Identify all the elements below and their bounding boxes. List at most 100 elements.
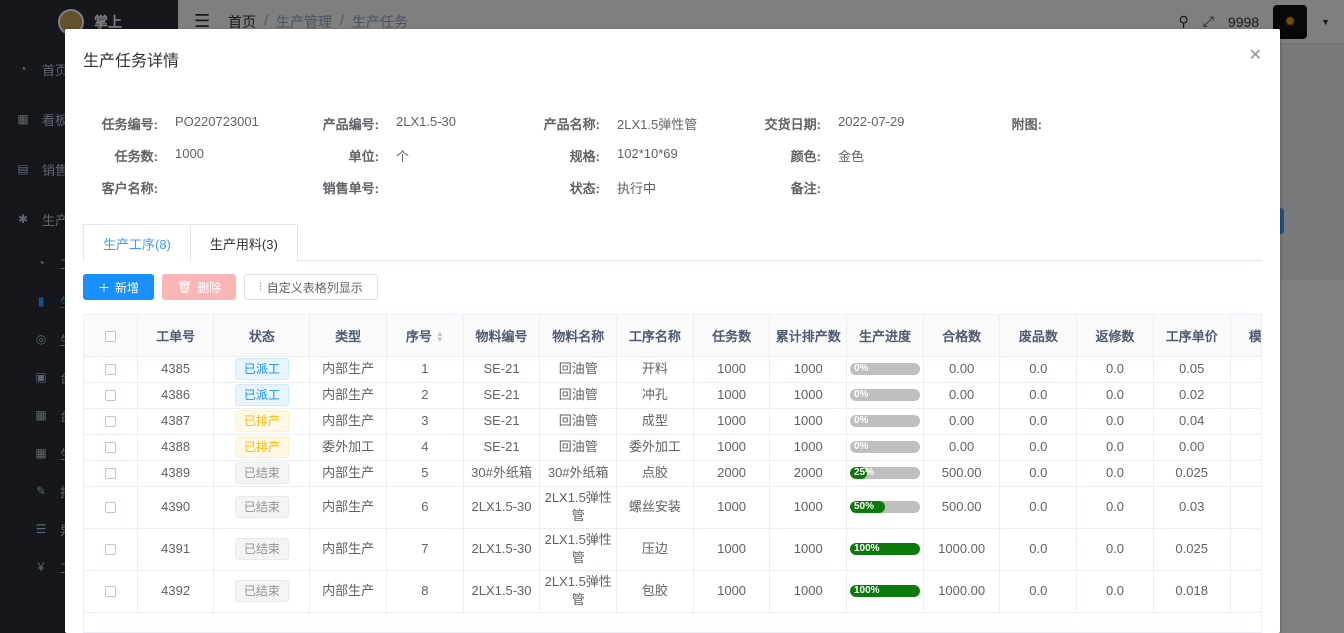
tab-process[interactable]: 生产工序(8) — [83, 224, 191, 262]
column-header: 物料编号 — [463, 315, 541, 357]
info-value: 2022-07-29 — [838, 113, 905, 129]
table-row[interactable]: 4390 已结束 内部生产 6 2LX1.5-30 2LX1.5弹性管 螺丝安装 1000 10… — [84, 486, 1261, 529]
row-select[interactable] — [84, 570, 138, 613]
cell-price: 0.018 — [1153, 570, 1231, 613]
status-badge: 已派工 — [234, 384, 289, 406]
column-header-label: 生产进度 — [858, 328, 911, 344]
cell-cavity: 1 — [1230, 408, 1261, 435]
row-select[interactable] — [84, 528, 138, 571]
cell-mat_no: 2LX1.5-30 — [463, 486, 541, 529]
columns-icon: ⫶ — [259, 281, 262, 293]
cell-status: 已结束 — [213, 486, 311, 529]
cell-scrap: 0.0 — [999, 408, 1078, 435]
cell-mat_name: 回油管 — [539, 356, 618, 383]
add-button[interactable]: ＋ 新增 — [83, 274, 155, 300]
table-row[interactable]: 4385 已派工 内部生产 1 SE-21 回油管 开料 1000 1000 0% 0.00 0.0 0… — [84, 356, 1261, 383]
cell-qualified: 0.00 — [923, 434, 1001, 461]
cell-id: 4389 — [137, 460, 215, 487]
cell-cavity: 1 — [1230, 434, 1261, 461]
cell-mat_name: 2LX1.5弹性管 — [539, 486, 618, 529]
tab-materials[interactable]: 生产用料(3) — [190, 224, 298, 261]
progress-bar: 0% — [849, 389, 920, 401]
cell-progress: 100% — [846, 528, 924, 571]
cell-mat_no: SE-21 — [463, 356, 541, 383]
custom-columns-button[interactable]: ⫶ 自定义表格列显示 — [244, 274, 378, 300]
progress-label: 100% — [853, 543, 880, 554]
cell-qualified: 500.00 — [923, 460, 1001, 487]
checkbox[interactable] — [104, 586, 116, 598]
column-header: 工单号 — [137, 315, 215, 357]
table-row[interactable]: 4387 已排产 内部生产 3 SE-21 回油管 成型 1000 1000 0% 0.00 0.0 0… — [84, 408, 1261, 435]
cell-task: 1000 — [693, 408, 771, 435]
delete-button[interactable]: 🗑 删除 — [162, 274, 237, 300]
table-row[interactable]: 4386 已派工 内部生产 2 SE-21 回油管 冲孔 1000 1000 0% 0.00 0.0 0… — [84, 382, 1261, 409]
checkbox[interactable] — [104, 390, 116, 402]
cell-seq: 8 — [386, 570, 464, 613]
column-header-label: 工序名称 — [628, 328, 681, 344]
cell-type: 内部生产 — [309, 408, 387, 435]
table-row[interactable]: 4388 已排产 委外加工 4 SE-21 回油管 委外加工 1000 1000 0% 0.00 0.… — [84, 434, 1261, 461]
cell-price: 0.02 — [1153, 382, 1231, 409]
checkbox[interactable] — [104, 364, 116, 376]
cell-seq: 2 — [386, 382, 464, 409]
info-label: 规格: — [569, 148, 600, 164]
info-value: 2LX1.5弹性管 — [617, 116, 698, 132]
status-badge: 已结束 — [234, 580, 289, 602]
column-header: 合格数 — [923, 315, 1001, 357]
progress-label: 0% — [853, 441, 869, 452]
table-row[interactable]: 4391 已结束 内部生产 7 2LX1.5-30 2LX1.5弹性管 压边 1000 1000… — [84, 528, 1261, 571]
cell-qualified: 1000.00 — [923, 570, 1001, 613]
cell-rework: 0.0 — [1076, 570, 1154, 613]
sort-icon[interactable]: ▲ ▼ — [436, 330, 444, 344]
progress-label: 0% — [853, 363, 869, 374]
dialog-header: 生产任务详情 ✕ — [65, 29, 1280, 85]
cell-progress: 0% — [846, 356, 924, 383]
status-badge: 已结束 — [234, 496, 289, 518]
checkbox[interactable] — [104, 468, 116, 480]
cell-type: 委外加工 — [309, 434, 387, 461]
table-row[interactable]: 4392 已结束 内部生产 8 2LX1.5-30 2LX1.5弹性管 包胶 1000 1000… — [84, 570, 1261, 613]
row-select[interactable] — [84, 382, 138, 409]
cell-rework: 0.0 — [1076, 486, 1154, 529]
progress-bar: 0% — [849, 363, 920, 375]
checkbox[interactable] — [104, 544, 116, 556]
column-header-label: 模腔数 — [1248, 328, 1262, 344]
cell-rework: 0.0 — [1076, 528, 1154, 571]
cell-task: 1000 — [693, 382, 771, 409]
info-label: 颜色: — [790, 148, 821, 164]
progress-label: 0% — [853, 389, 869, 400]
info-label: 备注: — [790, 180, 821, 196]
checkbox[interactable] — [104, 442, 116, 454]
cell-id: 4391 — [137, 528, 215, 571]
checkbox[interactable] — [104, 502, 116, 514]
checkbox[interactable] — [104, 330, 116, 342]
cell-mat_name: 2LX1.5弹性管 — [539, 570, 618, 613]
cell-qualified: 0.00 — [923, 382, 1001, 409]
table-row[interactable]: 4389 已结束 内部生产 5 30#外纸箱 30#外纸箱 点胶 2000 2000 25% 500… — [84, 460, 1261, 487]
info-field: 备注: — [728, 178, 949, 197]
status-badge: 已结束 — [234, 462, 289, 484]
cell-rework: 0.0 — [1076, 434, 1154, 461]
process-table: 工单号 状态 类型 序号 ▲ ▼ 物料编号 物料名称 工序名称 任务数 累计排产数 生产进度 合格数 废品… — [83, 314, 1262, 633]
checkbox[interactable] — [104, 416, 116, 428]
close-icon[interactable]: ✕ — [1249, 45, 1262, 65]
cell-price: 0.025 — [1153, 460, 1231, 487]
row-select[interactable] — [84, 460, 138, 487]
column-header-label: 返修数 — [1095, 328, 1135, 344]
row-select[interactable] — [84, 486, 138, 529]
cell-sched: 1000 — [769, 570, 848, 613]
row-select[interactable] — [84, 408, 138, 435]
cell-scrap: 0.0 — [999, 570, 1078, 613]
column-header-label: 序号 — [405, 328, 432, 344]
header-select-all[interactable] — [84, 315, 138, 357]
cell-scrap: 0.0 — [999, 486, 1078, 529]
column-header[interactable]: 序号 ▲ ▼ — [386, 315, 464, 357]
row-select[interactable] — [84, 356, 138, 383]
cell-id: 4392 — [137, 570, 215, 613]
cell-mat_no: SE-21 — [463, 382, 541, 409]
cell-sched: 1000 — [769, 434, 848, 461]
info-field: 产品编号: 2LX1.5-30 — [286, 114, 507, 133]
row-select[interactable] — [84, 434, 138, 461]
progress-label: 50% — [853, 501, 874, 512]
column-header: 模腔数 — [1230, 315, 1262, 357]
